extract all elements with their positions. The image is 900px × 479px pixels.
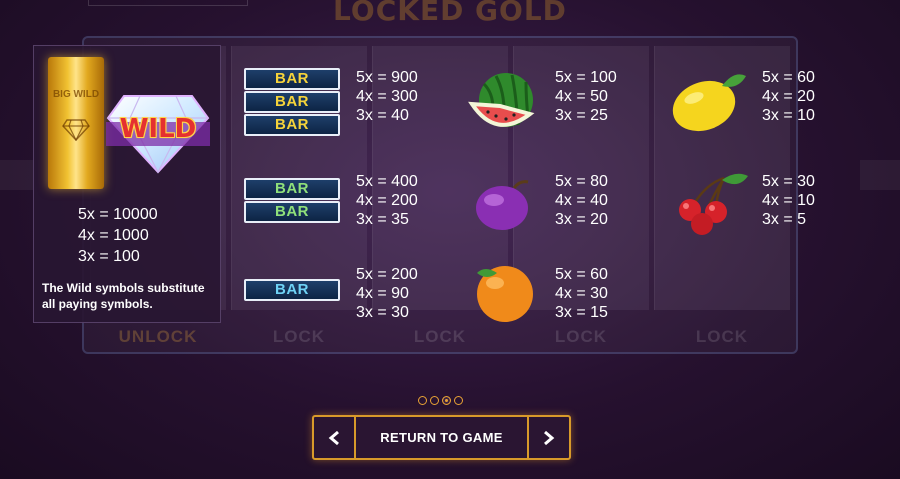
payout-3x: 3x = 5 xyxy=(762,211,807,228)
payout-5x: 5x = 200 xyxy=(356,266,418,283)
payout-5x: 5x = 60 xyxy=(555,266,608,283)
cherry-icon xyxy=(679,173,748,235)
payout-3x: 3x = 10 xyxy=(762,107,815,124)
background-lock-label: LOCK xyxy=(272,327,326,346)
plum-icon xyxy=(476,180,529,230)
previous-page-button[interactable] xyxy=(314,417,356,458)
payout-5x: 5x = 900 xyxy=(356,69,418,86)
wild-emblem-label: WILD xyxy=(119,114,197,144)
payout-5x: 5x = 60 xyxy=(762,69,815,86)
payout-4x: 4x = 10 xyxy=(762,192,815,209)
payout-4x: 4x = 20 xyxy=(762,88,815,105)
triple-bar-payouts: 5x = 900 4x = 300 3x = 40 xyxy=(356,68,418,125)
triple-bar-symbol-icon: BAR BAR BAR xyxy=(244,68,340,137)
payout-3x: 3x = 15 xyxy=(555,304,608,321)
wild-payouts: 5x = 10000 4x = 1000 3x = 100 xyxy=(78,204,158,267)
page-dot-active[interactable] xyxy=(442,396,451,405)
background-edge-right xyxy=(860,160,900,190)
cherry-payouts: 5x = 30 4x = 10 3x = 5 xyxy=(762,172,815,229)
background-game-title: LOCKED GOLD xyxy=(333,0,567,27)
payout-4x: 4x = 300 xyxy=(356,88,418,105)
diamond-icon xyxy=(62,119,90,141)
chevron-left-icon xyxy=(328,430,339,446)
orange-icon xyxy=(477,266,533,322)
payout-3x: 3x = 20 xyxy=(555,211,608,228)
payout-5x: 5x = 80 xyxy=(555,173,608,190)
payout-5x: 5x = 30 xyxy=(762,173,815,190)
next-page-button[interactable] xyxy=(527,417,569,458)
lemon-icon xyxy=(672,74,746,132)
wild-payout-4x: 4x = 1000 xyxy=(78,227,149,244)
lemon-payouts: 5x = 60 4x = 20 3x = 10 xyxy=(762,68,815,125)
page-dot[interactable] xyxy=(454,396,463,405)
background-unlock-label: UNLOCK xyxy=(118,327,198,346)
background-lock-label: LOCK xyxy=(695,327,749,346)
payout-5x: 5x = 400 xyxy=(356,173,418,190)
single-bar-payouts: 5x = 200 4x = 90 3x = 30 xyxy=(356,265,418,322)
wild-payout-3x: 3x = 100 xyxy=(78,248,140,265)
orange-payouts: 5x = 60 4x = 30 3x = 15 xyxy=(555,265,608,322)
page-dot[interactable] xyxy=(418,396,427,405)
background-lock-label: LOCK xyxy=(413,327,467,346)
payout-3x: 3x = 25 xyxy=(555,107,608,124)
bar-tile: BAR xyxy=(244,279,340,301)
payout-4x: 4x = 90 xyxy=(356,285,409,302)
payout-3x: 3x = 30 xyxy=(356,304,409,321)
bar-tile: BAR xyxy=(244,201,340,223)
bar-tile: BAR xyxy=(244,91,340,113)
payout-5x: 5x = 100 xyxy=(555,69,617,86)
bar-tile: BAR xyxy=(244,178,340,200)
wild-payout-5x: 5x = 10000 xyxy=(78,206,158,223)
background-lock-label: LOCK xyxy=(554,327,608,346)
paytable-navigation: RETURN TO GAME xyxy=(312,415,571,460)
payout-4x: 4x = 200 xyxy=(356,192,418,209)
bar-tile: BAR xyxy=(244,68,340,90)
payout-3x: 3x = 40 xyxy=(356,107,409,124)
payout-4x: 4x = 50 xyxy=(555,88,608,105)
single-bar-symbol-icon: BAR xyxy=(244,279,340,302)
big-wild-goldbar-icon: BIG WILD xyxy=(48,57,104,189)
payout-4x: 4x = 40 xyxy=(555,192,608,209)
bar-tile: BAR xyxy=(244,114,340,136)
double-bar-symbol-icon: BAR BAR xyxy=(244,178,340,224)
chevron-right-icon xyxy=(544,430,555,446)
wild-description: The Wild symbols substitute all paying s… xyxy=(42,281,205,311)
wild-info-panel: BIG WILD WILD 5x = 10000 4x = 1000 3x = … xyxy=(33,45,221,323)
big-wild-label: BIG WILD xyxy=(52,89,100,100)
payout-4x: 4x = 30 xyxy=(555,285,608,302)
return-to-game-button[interactable]: RETURN TO GAME xyxy=(358,417,525,458)
double-bar-payouts: 5x = 400 4x = 200 3x = 35 xyxy=(356,172,418,229)
payout-3x: 3x = 35 xyxy=(356,211,409,228)
page-dot[interactable] xyxy=(430,396,439,405)
watermelon-icon xyxy=(468,73,535,127)
plum-payouts: 5x = 80 4x = 40 3x = 20 xyxy=(555,172,608,229)
watermelon-payouts: 5x = 100 4x = 50 3x = 25 xyxy=(555,68,617,125)
